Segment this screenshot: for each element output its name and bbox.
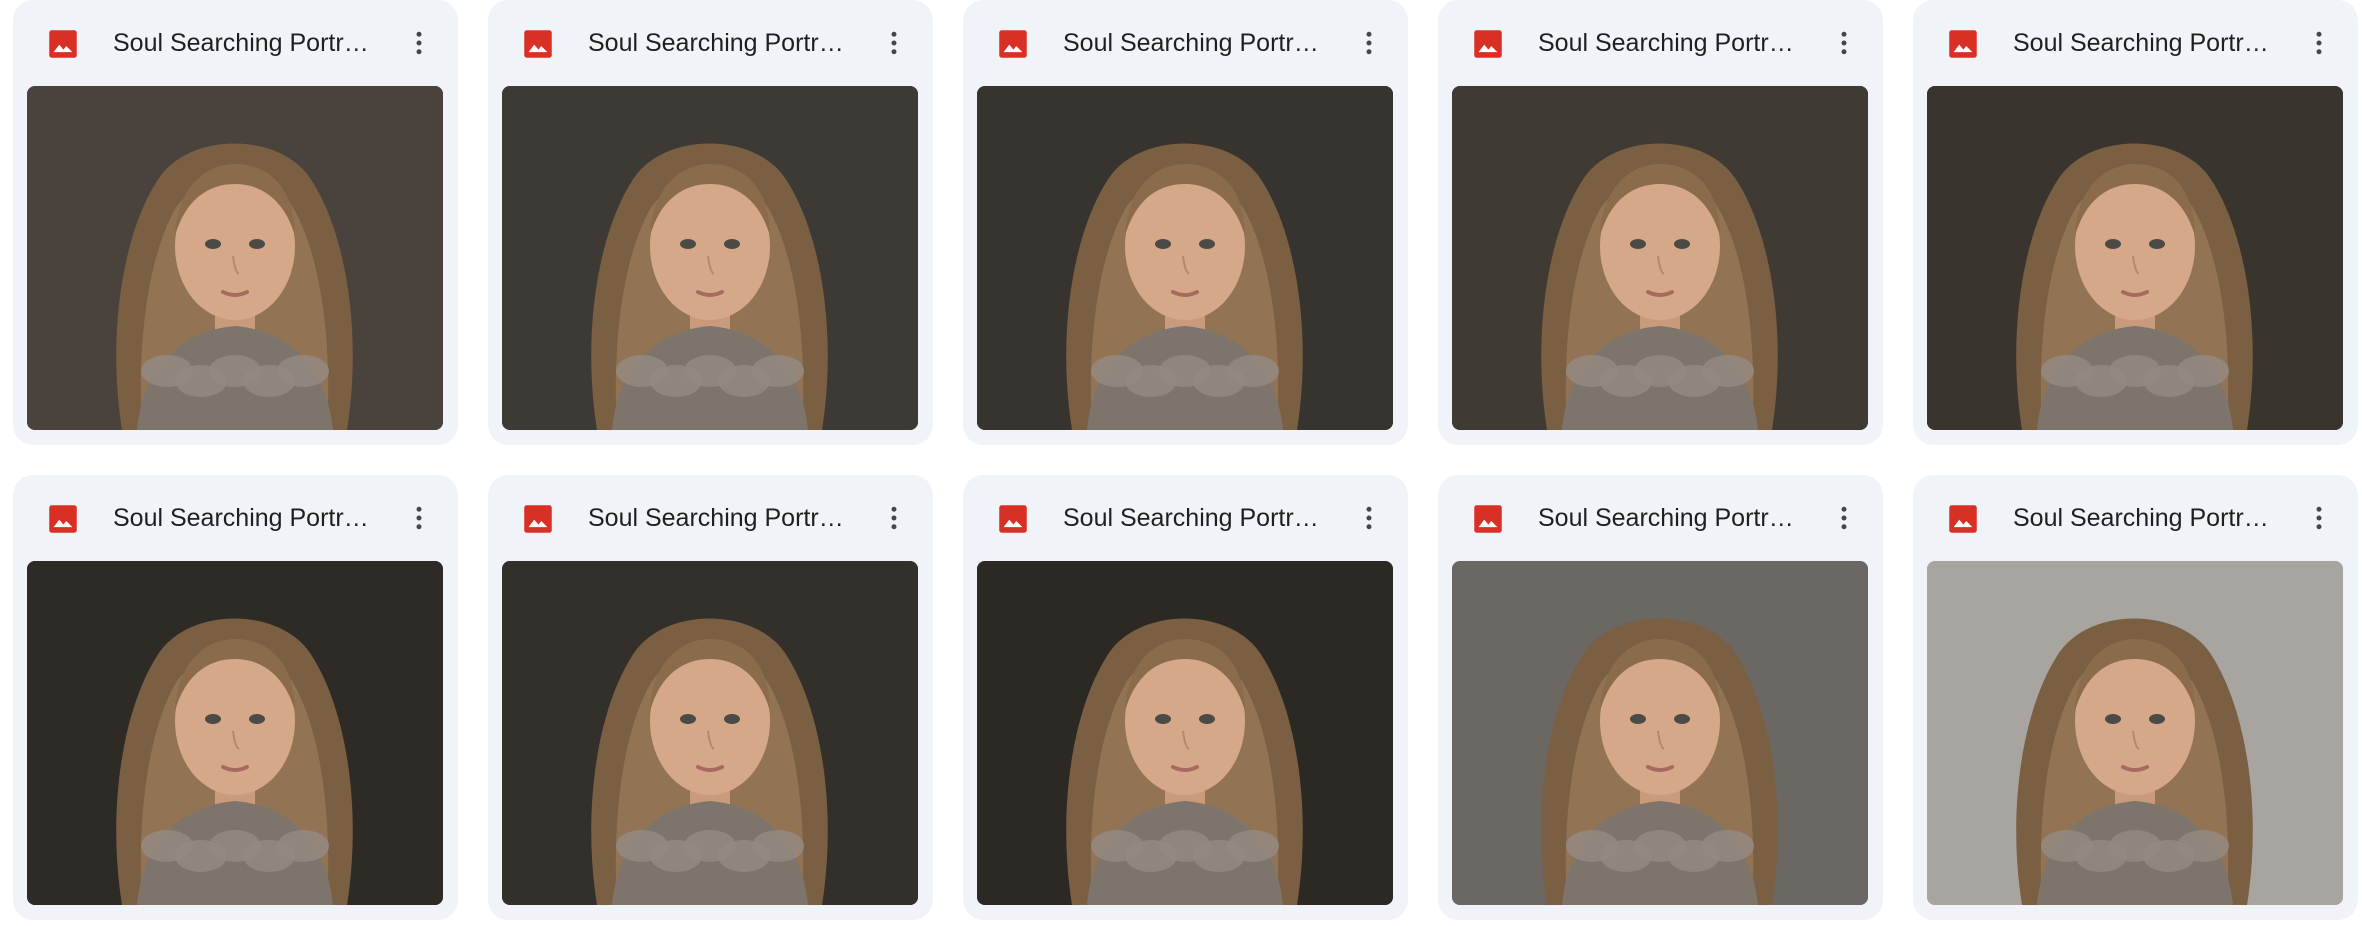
- file-title: Soul Searching Portraits: [1063, 29, 1325, 57]
- file-card[interactable]: Soul Searching Portraits: [13, 475, 458, 920]
- file-card[interactable]: Soul Searching Portraits: [1913, 0, 2358, 445]
- more-actions-button[interactable]: [2298, 497, 2340, 539]
- file-thumbnail[interactable]: [502, 561, 918, 905]
- file-card-header: Soul Searching Portraits: [1913, 0, 2358, 86]
- file-grid: Soul Searching Portraits Soul Searching …: [0, 0, 2362, 926]
- file-title: Soul Searching Portraits: [1538, 29, 1800, 57]
- image-file-icon: [523, 504, 553, 534]
- file-card-header: Soul Searching Portraits: [1438, 475, 1883, 561]
- image-file-icon: [998, 504, 1028, 534]
- image-file-icon: [48, 29, 78, 59]
- image-file-icon: [1473, 504, 1503, 534]
- file-title: Soul Searching Portraits: [588, 29, 850, 57]
- file-title: Soul Searching Portraits: [588, 504, 850, 532]
- file-title: Soul Searching Portraits: [113, 504, 375, 532]
- file-card-header: Soul Searching Portraits: [488, 0, 933, 86]
- file-title: Soul Searching Portraits: [1063, 504, 1325, 532]
- more-actions-button[interactable]: [2298, 22, 2340, 64]
- more-actions-button[interactable]: [873, 497, 915, 539]
- more-actions-button[interactable]: [398, 22, 440, 64]
- more-actions-button[interactable]: [398, 497, 440, 539]
- file-card[interactable]: Soul Searching Portraits: [488, 475, 933, 920]
- more-vert-icon: [1354, 28, 1384, 58]
- file-card-header: Soul Searching Portraits: [13, 475, 458, 561]
- more-actions-button[interactable]: [1823, 22, 1865, 64]
- more-vert-icon: [879, 503, 909, 533]
- more-vert-icon: [1829, 503, 1859, 533]
- image-file-icon: [48, 504, 78, 534]
- more-vert-icon: [1354, 503, 1384, 533]
- file-thumbnail[interactable]: [27, 86, 443, 430]
- more-actions-button[interactable]: [1823, 497, 1865, 539]
- more-actions-button[interactable]: [1348, 497, 1390, 539]
- file-thumbnail[interactable]: [1927, 86, 2343, 430]
- file-card-header: Soul Searching Portraits: [488, 475, 933, 561]
- more-vert-icon: [404, 28, 434, 58]
- file-title: Soul Searching Portraits: [2013, 29, 2275, 57]
- more-vert-icon: [2304, 28, 2334, 58]
- file-card[interactable]: Soul Searching Portraits: [13, 0, 458, 445]
- file-card[interactable]: Soul Searching Portraits: [963, 0, 1408, 445]
- more-vert-icon: [879, 28, 909, 58]
- file-card-header: Soul Searching Portraits: [1438, 0, 1883, 86]
- file-thumbnail[interactable]: [977, 86, 1393, 430]
- file-card-header: Soul Searching Portraits: [1913, 475, 2358, 561]
- file-card[interactable]: Soul Searching Portraits: [1438, 475, 1883, 920]
- file-card-header: Soul Searching Portraits: [963, 0, 1408, 86]
- image-file-icon: [523, 29, 553, 59]
- file-thumbnail[interactable]: [1452, 561, 1868, 905]
- image-file-icon: [1473, 29, 1503, 59]
- file-card[interactable]: Soul Searching Portraits: [963, 475, 1408, 920]
- file-title: Soul Searching Portraits: [1538, 504, 1800, 532]
- image-file-icon: [1948, 29, 1978, 59]
- more-vert-icon: [1829, 28, 1859, 58]
- file-card-header: Soul Searching Portraits: [963, 475, 1408, 561]
- file-title: Soul Searching Portraits: [113, 29, 375, 57]
- image-file-icon: [1948, 504, 1978, 534]
- file-card[interactable]: Soul Searching Portraits: [488, 0, 933, 445]
- file-card[interactable]: Soul Searching Portraits: [1438, 0, 1883, 445]
- more-actions-button[interactable]: [1348, 22, 1390, 64]
- more-vert-icon: [404, 503, 434, 533]
- image-file-icon: [998, 29, 1028, 59]
- file-thumbnail[interactable]: [27, 561, 443, 905]
- more-vert-icon: [2304, 503, 2334, 533]
- file-thumbnail[interactable]: [977, 561, 1393, 905]
- file-thumbnail[interactable]: [1927, 561, 2343, 905]
- file-thumbnail[interactable]: [1452, 86, 1868, 430]
- file-thumbnail[interactable]: [502, 86, 918, 430]
- file-title: Soul Searching Portraits: [2013, 504, 2275, 532]
- more-actions-button[interactable]: [873, 22, 915, 64]
- file-card[interactable]: Soul Searching Portraits: [1913, 475, 2358, 920]
- file-card-header: Soul Searching Portraits: [13, 0, 458, 86]
